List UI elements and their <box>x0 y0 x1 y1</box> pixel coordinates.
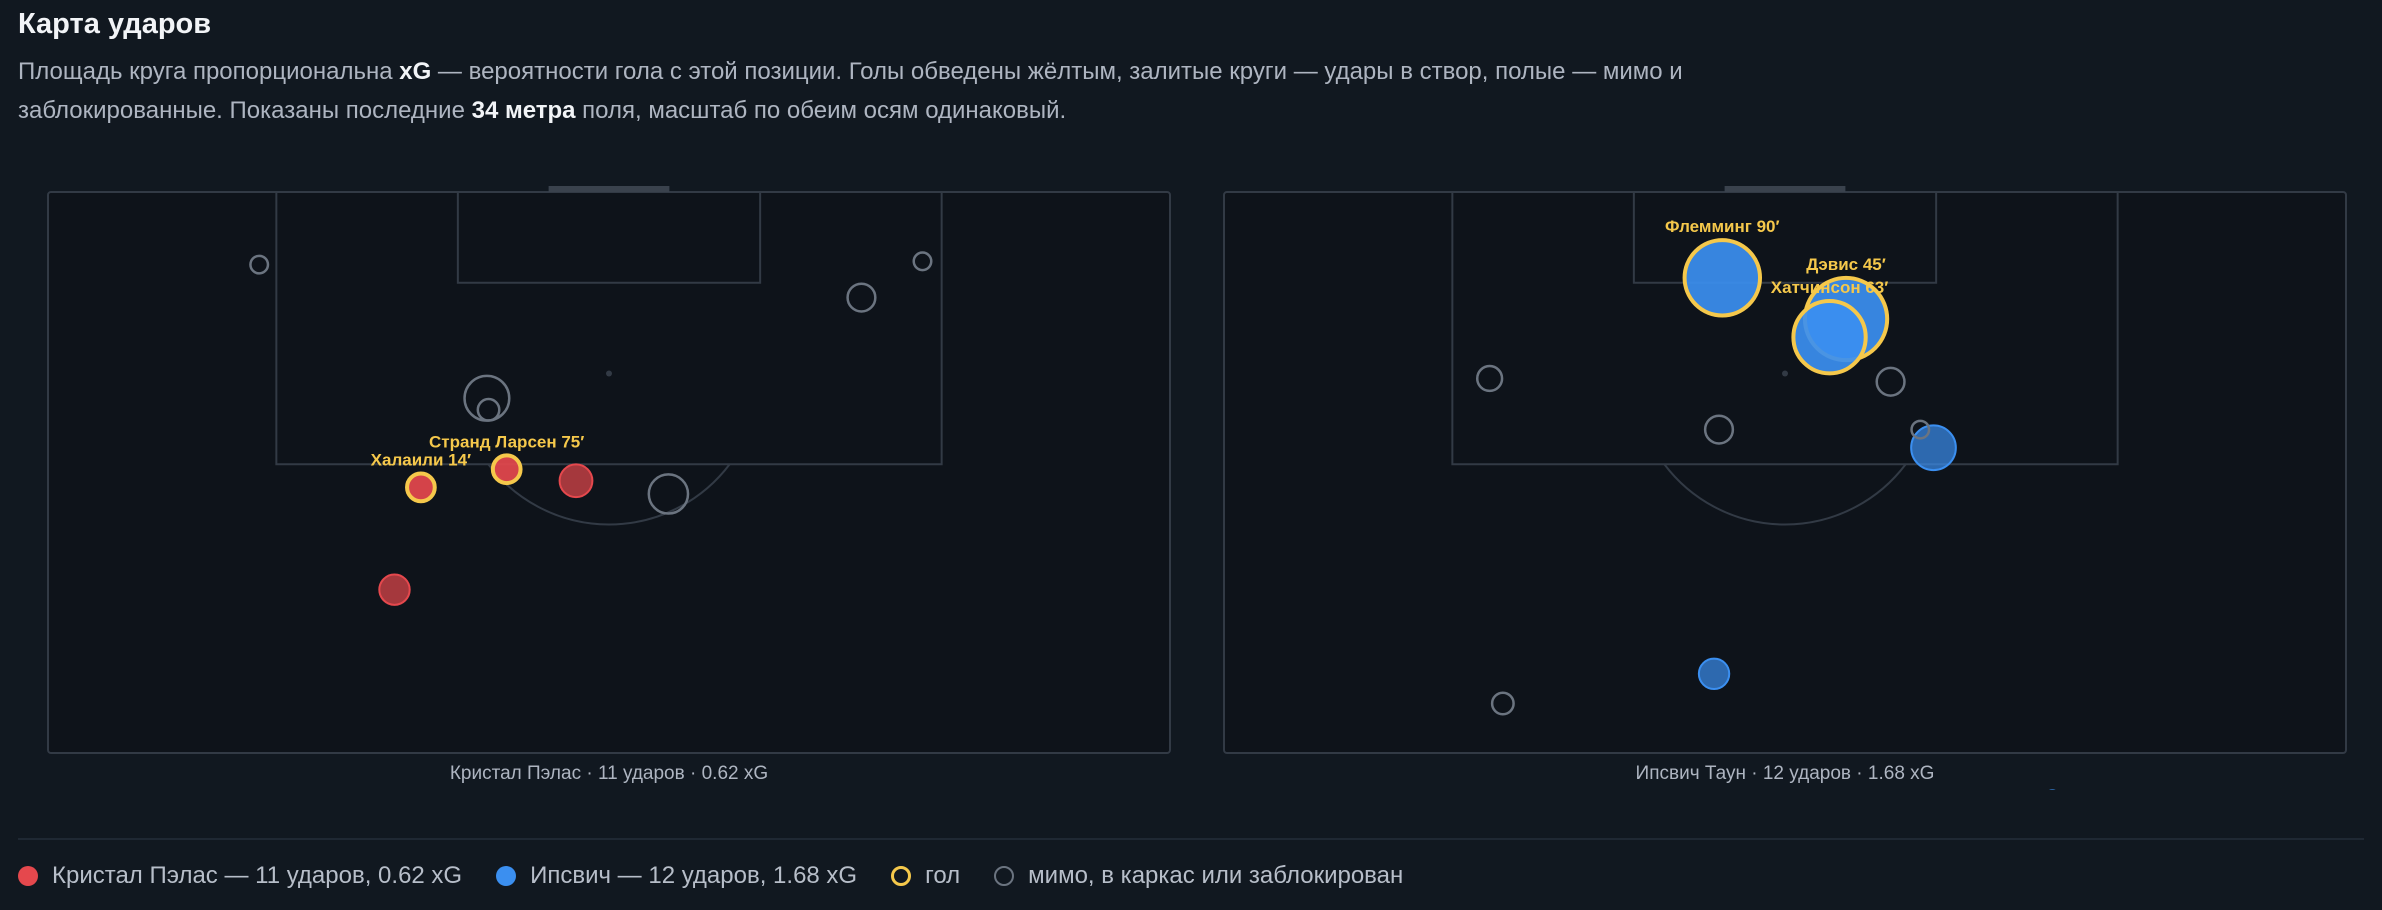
pitch-caption: Кристал Пэлас · 11 ударов · 0.62 xG <box>450 763 768 784</box>
legend-item-away: Ипсвич — 12 ударов, 1.68 xG <box>496 862 857 890</box>
pitch-home: Халаили 14′Странд Ларсен 75′ Кристал Пэла… <box>47 186 1171 784</box>
legend-item-home: Кристал Пэлас — 11 ударов, 0.62 xG <box>18 862 462 890</box>
divider <box>18 838 2364 840</box>
legend-label-off: мимо, в каркас или заблокирован <box>1028 862 1404 889</box>
home-swatch-icon <box>18 866 38 886</box>
goal-shot-marker <box>405 471 437 504</box>
goal-label: Хатчинсон 63′ <box>1771 278 1889 297</box>
legend-item-off: мимо, в каркас или заблокирован <box>994 862 1403 890</box>
pitch-caption: Ипсвич Таун · 12 ударов · 1.68 xG <box>1636 763 1935 784</box>
legend-label-away: Ипсвич — 12 ударов, 1.68 xG <box>530 862 858 889</box>
pitch-outline <box>47 191 1171 754</box>
pitch-away: Флемминг 90′ Хатчинсон 63′ Дэвис 45′ Ипсвич… <box>1223 186 2347 790</box>
chart-description: Площадь круга пропорциональна xG — вероя… <box>18 58 1683 124</box>
goal-label: Дэвис 45′ <box>1806 255 1886 274</box>
goal-label: Флемминг 90′ <box>1665 217 1780 236</box>
goal-line-mark <box>548 186 670 192</box>
on-target-shot-marker <box>1910 424 1957 472</box>
page-title: Карта ударов <box>18 8 212 40</box>
on-target-shot-marker <box>558 463 594 499</box>
on-target-shot-marker <box>1697 657 1731 690</box>
goal-label: Халаили 14′ <box>371 450 471 469</box>
penalty-spot <box>1782 370 1788 377</box>
goal-shot-marker <box>1791 299 1868 376</box>
legend-label-goal: гол <box>925 862 961 889</box>
pitch-outline <box>1223 191 2347 754</box>
legend: Кристал Пэлас — 11 ударов, 0.62 xG Ипсви… <box>18 862 1437 890</box>
goal-label: Странд Ларсен 75′ <box>429 432 584 451</box>
goal-shot-marker <box>490 453 523 486</box>
shot-maps: Халаили 14′Странд Ларсен 75′ Кристал Пэла… <box>47 186 2347 790</box>
legend-item-goal: гол <box>891 862 960 890</box>
legend-label-home: Кристал Пэлас — 11 ударов, 0.62 xG <box>52 862 463 889</box>
goal-shot-marker <box>1682 238 1763 318</box>
away-swatch-icon <box>496 866 517 886</box>
goal-line-mark <box>1724 186 1846 192</box>
penalty-spot <box>606 370 612 377</box>
off-target-ring-icon <box>994 866 1015 886</box>
goal-ring-icon <box>891 866 912 886</box>
on-target-shot-marker <box>378 573 411 606</box>
